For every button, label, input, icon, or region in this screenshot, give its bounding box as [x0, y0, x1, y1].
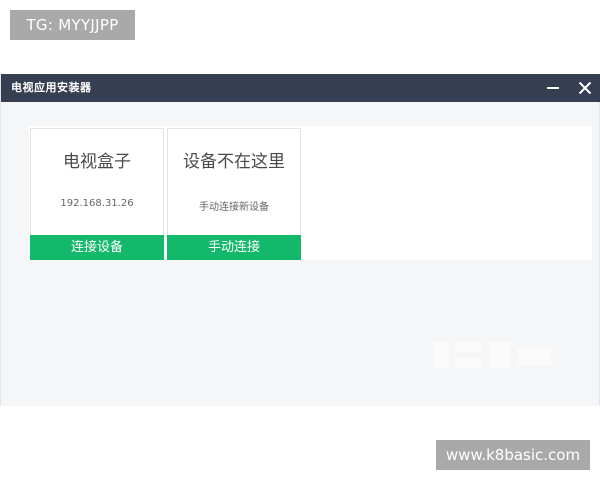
app-window: 电视应用安装器 电视盒子 192.168.31.26 连接设备 设备不在这里 手… — [0, 74, 600, 406]
close-button[interactable] — [571, 74, 599, 102]
site-watermark-label: www.k8basic.com — [436, 440, 590, 470]
connect-device-button[interactable]: 连接设备 — [30, 235, 164, 260]
window-title: 电视应用安装器 — [11, 81, 92, 94]
title-bar[interactable]: 电视应用安装器 — [1, 74, 600, 102]
minimize-button[interactable] — [539, 74, 567, 102]
device-list-panel: 电视盒子 192.168.31.26 连接设备 设备不在这里 手动连接新设备 手… — [29, 126, 592, 260]
screenshot-canvas: TG: MYYJJPP 电视应用安装器 电视盒子 192.168.31.26 连… — [0, 0, 600, 480]
not-listed-hint: 手动连接新设备 — [199, 202, 269, 213]
not-listed-title: 设备不在这里 — [183, 152, 285, 172]
tg-watermark-label: TG: MYYJJPP — [10, 10, 135, 40]
close-icon — [578, 81, 592, 95]
device-ip: 192.168.31.26 — [60, 198, 134, 209]
device-name: 电视盒子 — [63, 152, 131, 172]
minimize-icon — [547, 87, 559, 89]
device-card-tv-box: 电视盒子 192.168.31.26 连接设备 — [30, 128, 164, 260]
device-card-not-listed: 设备不在这里 手动连接新设备 手动连接 — [167, 128, 301, 260]
manual-connect-button[interactable]: 手动连接 — [167, 235, 301, 260]
faint-logo-watermark — [433, 342, 551, 368]
